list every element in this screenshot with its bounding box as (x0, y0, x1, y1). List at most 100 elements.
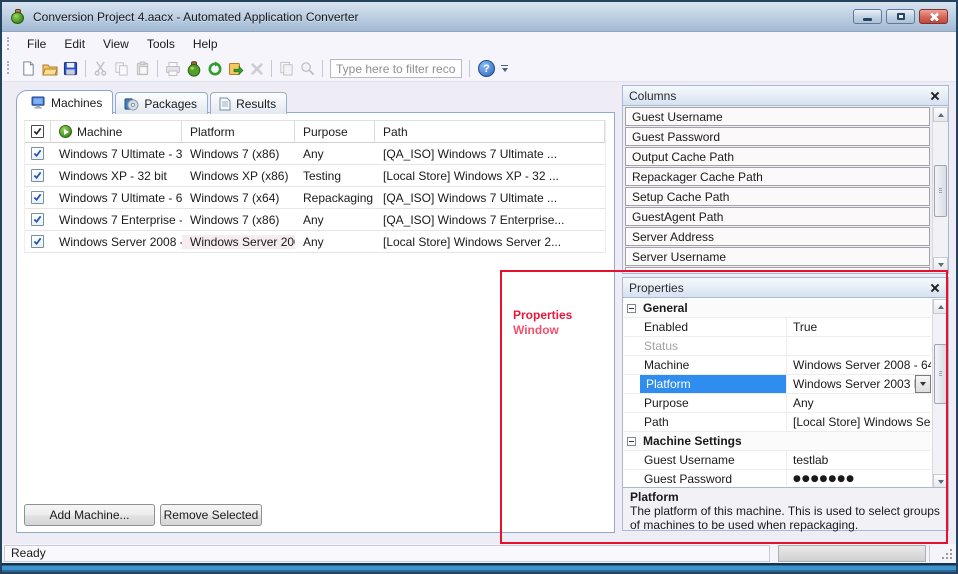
property-group-machine-settings[interactable]: Machine Settings (624, 432, 931, 451)
status-text: Ready (4, 545, 770, 562)
maximize-button[interactable] (886, 9, 915, 24)
tab-machines-label: Machines (51, 96, 102, 110)
column-header-purpose[interactable]: Purpose (295, 121, 375, 142)
properties-scrollbar[interactable] (932, 299, 948, 489)
toolbar-separator (322, 60, 323, 77)
column-header-platform[interactable]: Platform (182, 121, 295, 142)
row-checkbox[interactable] (31, 147, 44, 160)
property-row-path[interactable]: Path [Local Store] Windows Ser (624, 413, 931, 432)
convert-icon[interactable] (183, 58, 204, 79)
new-icon[interactable] (18, 58, 39, 79)
help-icon[interactable]: ? (478, 60, 495, 77)
app-window: Conversion Project 4.aacx - Automated Ap… (0, 0, 958, 574)
column-header-machine[interactable]: Machine (51, 121, 182, 142)
toolbar-options-icon[interactable] (498, 60, 511, 78)
table-row[interactable]: Windows 7 Enterprise - 3... Windows 7 (x… (25, 209, 605, 231)
row-checkbox[interactable] (31, 235, 44, 248)
menu-help[interactable]: Help (184, 34, 227, 54)
tab-results[interactable]: Results (210, 92, 287, 114)
chevron-down-icon (920, 382, 926, 386)
column-item[interactable]: GuestAgent Path (625, 207, 930, 226)
property-row-machine[interactable]: Machine Windows Server 2008 - 64 (624, 356, 931, 375)
menu-view[interactable]: View (94, 34, 138, 54)
column-header-path[interactable]: Path (375, 121, 605, 142)
save-icon[interactable] (60, 58, 81, 79)
open-icon[interactable] (39, 58, 60, 79)
toolbar-grip[interactable] (7, 61, 9, 74)
tab-machines[interactable]: Machines (16, 90, 113, 114)
property-row-status[interactable]: Status (624, 337, 931, 356)
duplicate-icon[interactable] (276, 58, 297, 79)
cell-purpose: Repackaging (295, 191, 375, 205)
scroll-thumb[interactable] (934, 344, 947, 404)
column-item[interactable]: Output Cache Path (625, 147, 930, 166)
scroll-up-icon[interactable] (933, 107, 948, 122)
table-row[interactable]: Windows 7 Ultimate - 64... Windows 7 (x6… (25, 187, 605, 209)
menu-tools[interactable]: Tools (138, 34, 184, 54)
copy-icon[interactable] (111, 58, 132, 79)
scroll-thumb[interactable] (934, 165, 947, 217)
close-icon[interactable] (928, 281, 942, 295)
column-item[interactable]: Guest Password (625, 127, 930, 146)
row-checkbox[interactable] (31, 213, 44, 226)
dropdown-button[interactable] (915, 375, 931, 393)
row-checkbox[interactable] (31, 191, 44, 204)
search-icon[interactable] (297, 58, 318, 79)
tab-packages[interactable]: Packages (115, 92, 208, 114)
cell-purpose: Any (295, 235, 375, 249)
cell-purpose: Any (295, 213, 375, 227)
monitor-icon (31, 96, 46, 109)
tab-results-label: Results (236, 97, 276, 111)
table-row[interactable]: Windows XP - 32 bit Windows XP (x86) Tes… (25, 165, 605, 187)
collapse-icon[interactable] (627, 304, 636, 313)
resize-grip-icon[interactable] (941, 548, 953, 560)
column-item-clipped[interactable] (625, 267, 930, 272)
menu-grip[interactable] (7, 37, 9, 50)
machines-tab-page: Machine Platform Purpose Path Windows 7 … (16, 112, 615, 533)
table-row-selected[interactable]: Windows Server 2008 - 6... Windows Serve… (25, 231, 605, 253)
property-group-general[interactable]: General (624, 299, 931, 318)
add-machine-button[interactable]: Add Machine... (24, 504, 155, 526)
cell-path: [Local Store] Windows Server 2... (375, 235, 605, 249)
refresh-icon[interactable] (204, 58, 225, 79)
property-description: Platform The platform of this machine. T… (623, 487, 948, 530)
export-icon[interactable] (225, 58, 246, 79)
menu-file[interactable]: File (18, 34, 55, 54)
delete-icon[interactable] (246, 58, 267, 79)
cell-platform: Windows 7 (x86) (182, 213, 295, 227)
property-row-platform-selected[interactable]: Platform Windows Server 2003 R (624, 375, 931, 394)
columns-scrollbar[interactable] (932, 107, 948, 272)
window-title: Conversion Project 4.aacx - Automated Ap… (33, 10, 853, 24)
column-item[interactable]: Server Address (625, 227, 930, 246)
column-item[interactable]: Repackager Cache Path (625, 167, 930, 186)
cell-platform: Windows 7 (x64) (182, 191, 295, 205)
paste-icon[interactable] (132, 58, 153, 79)
document-icon (219, 97, 231, 111)
minimize-button[interactable] (853, 9, 882, 24)
property-row-enabled[interactable]: Enabled True (624, 318, 931, 337)
property-row-guest-username[interactable]: Guest Username testlab (624, 451, 931, 470)
remove-selected-button[interactable]: Remove Selected (160, 504, 262, 526)
workspace: Machines Packages Results Ma (2, 84, 956, 544)
cell-path: [QA_ISO] Windows 7 Enterprise... (375, 213, 605, 227)
scroll-down-icon[interactable] (933, 257, 948, 272)
scroll-up-icon[interactable] (933, 299, 948, 314)
properties-panel-title: Properties (629, 281, 928, 295)
print-icon[interactable] (162, 58, 183, 79)
columns-list: Guest Username Guest Password Output Cac… (624, 107, 931, 272)
property-row-purpose[interactable]: Purpose Any (624, 394, 931, 413)
close-icon[interactable] (928, 89, 942, 103)
select-all-checkbox[interactable] (31, 125, 44, 138)
cell-platform-editing[interactable]: Windows Server 2003 ... (182, 235, 295, 249)
row-checkbox[interactable] (31, 169, 44, 182)
collapse-icon[interactable] (627, 437, 636, 446)
menu-edit[interactable]: Edit (55, 34, 94, 54)
filter-records-input[interactable] (330, 59, 462, 78)
column-item[interactable]: Guest Username (625, 107, 930, 126)
close-button[interactable] (919, 9, 948, 24)
cut-icon[interactable] (90, 58, 111, 79)
title-bar: Conversion Project 4.aacx - Automated Ap… (2, 2, 956, 32)
column-item[interactable]: Server Username (625, 247, 930, 266)
table-row[interactable]: Windows 7 Ultimate - 32... Windows 7 (x8… (25, 143, 605, 165)
column-item[interactable]: Setup Cache Path (625, 187, 930, 206)
